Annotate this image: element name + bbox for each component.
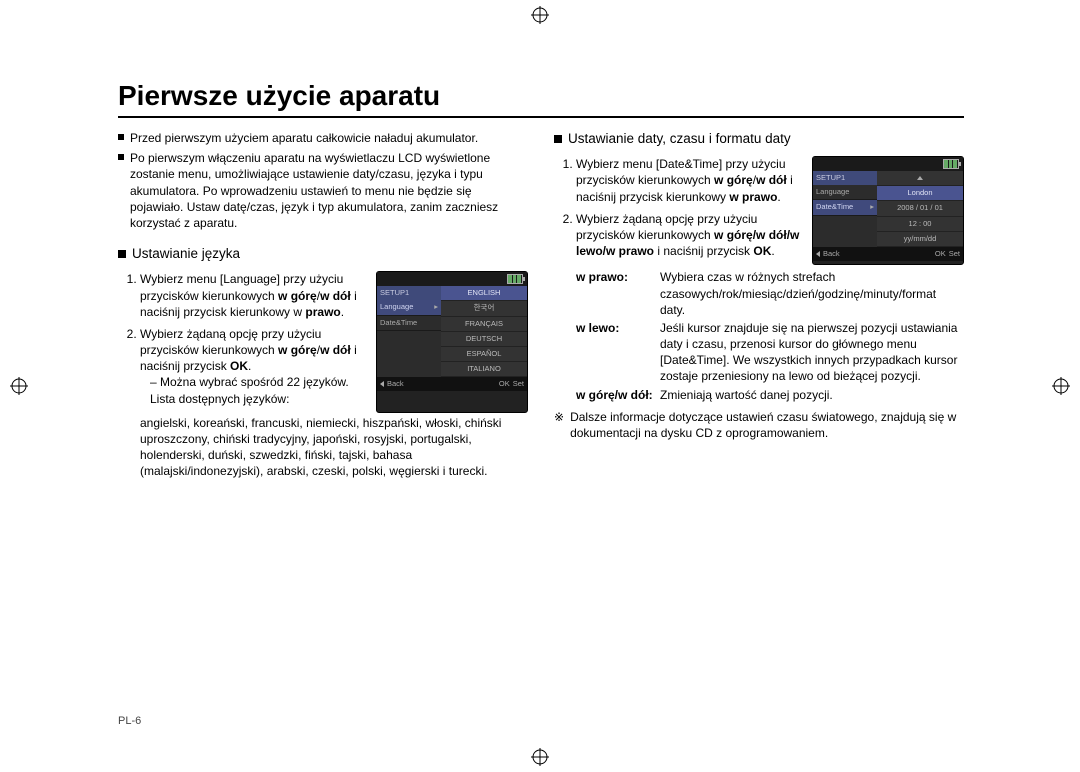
lcd-menu-row: Language▸: [377, 300, 441, 315]
def-row: w górę/w dół: Zmieniają wartość danej po…: [576, 387, 964, 403]
page-number: PL-6: [118, 715, 141, 727]
triangle-up-icon: [917, 176, 923, 180]
def-label: w lewo:: [576, 320, 654, 385]
triangle-left-icon: [380, 381, 384, 387]
language-list-paragraph: angielski, koreański, francuski, niemiec…: [118, 415, 528, 480]
lcd-menu-row: Date&Time▸: [813, 200, 877, 215]
lcd-value-row: 12 : 00: [877, 217, 963, 232]
lcd-menu-row: Date&Time: [377, 316, 441, 331]
bullet-icon: [118, 154, 124, 160]
datetime-steps: Wybierz menu [Date&Time] przy użyciu prz…: [554, 156, 802, 259]
language-sub-dash: – Można wybrać spośród 22 języków. Lista…: [150, 374, 366, 406]
datetime-step-2: Wybierz żądaną opcję przy użyciu przycis…: [576, 211, 802, 260]
intro-bullet: Po pierwszym włączeniu aparatu na wyświe…: [118, 150, 528, 231]
language-step-2: Wybierz żądaną opcję przy użyciu przycis…: [140, 326, 366, 407]
footnote: ※ Dalsze informacje dotyczące ustawień c…: [554, 409, 964, 441]
lcd-list-row: 한국어: [441, 301, 527, 316]
lcd-list-row: ENGLISH: [441, 286, 527, 301]
section-heading-datetime: Ustawianie daty, czasu i formatu daty: [554, 130, 964, 148]
section-bullet-icon: [118, 250, 126, 258]
lcd-list-row: ITALIANO: [441, 362, 527, 377]
lcd-ok-button: OK Set: [935, 249, 960, 259]
intro-text-1: Przed pierwszym użyciem aparatu całkowic…: [130, 130, 478, 146]
registration-mark-top: [531, 6, 549, 24]
intro-bullet: Przed pierwszym użyciem aparatu całkowic…: [118, 130, 528, 146]
lcd-list-row: ESPAÑOL: [441, 347, 527, 362]
left-column: Przed pierwszym użyciem aparatu całkowic…: [118, 130, 528, 480]
registration-mark-left: [10, 377, 28, 395]
def-label: w prawo:: [576, 269, 654, 318]
lcd-list-row: DEUTSCH: [441, 332, 527, 347]
direction-definitions: w prawo: Wybiera czas w różnych strefach…: [554, 269, 964, 403]
section-heading-text: Ustawianie daty, czasu i formatu daty: [568, 130, 791, 148]
lcd-back-button: Back: [816, 249, 840, 259]
language-steps: Wybierz menu [Language] przy użyciu przy…: [118, 271, 366, 407]
def-row: w lewo: Jeśli kursor znajduje się na pie…: [576, 320, 964, 385]
note-mark-icon: ※: [554, 409, 564, 441]
lcd-menu-title: SETUP1: [813, 171, 877, 185]
battery-icon: [943, 159, 959, 169]
lcd-value-row: 2008 / 01 / 01: [877, 201, 963, 216]
lcd-menu-row: Language: [813, 185, 877, 200]
page-content: Pierwsze użycie aparatu Przed pierwszym …: [118, 80, 964, 480]
lcd-value-row: London: [877, 186, 963, 201]
right-column: Ustawianie daty, czasu i formatu daty Wy…: [554, 130, 964, 480]
def-label: w górę/w dół:: [576, 387, 654, 403]
triangle-left-icon: [816, 251, 820, 257]
section-heading-language: Ustawianie języka: [118, 245, 528, 263]
lcd-ok-button: OK Set: [499, 379, 524, 389]
def-row: w prawo: Wybiera czas w różnych strefach…: [576, 269, 964, 318]
lcd-list-row: FRANÇAIS: [441, 317, 527, 332]
registration-mark-bottom: [531, 748, 549, 766]
lcd-value-row: [877, 171, 963, 186]
section-bullet-icon: [554, 135, 562, 143]
intro-text-2: Po pierwszym włączeniu aparatu na wyświe…: [130, 150, 528, 231]
bullet-icon: [118, 134, 124, 140]
language-step-1: Wybierz menu [Language] przy użyciu przy…: [140, 271, 366, 320]
lcd-menu-title: SETUP1: [377, 286, 441, 300]
lcd-value-row: yy/mm/dd: [877, 232, 963, 247]
lcd-back-button: Back: [380, 379, 404, 389]
footnote-text: Dalsze informacje dotyczące ustawień cza…: [570, 409, 964, 441]
chevron-right-icon: ▸: [870, 202, 874, 212]
datetime-step-1: Wybierz menu [Date&Time] przy użyciu prz…: [576, 156, 802, 205]
def-text: Jeśli kursor znajduje się na pierwszej p…: [660, 320, 964, 385]
lcd-preview-datetime: SETUP1 Language Date&Time▸ London 2008 /…: [812, 156, 964, 265]
battery-icon: [507, 274, 523, 284]
def-text: Zmieniają wartość danej pozycji.: [660, 387, 833, 403]
lcd-preview-language: SETUP1 Language▸ Date&Time ENGLISH 한국어 F…: [376, 271, 528, 413]
def-text: Wybiera czas w różnych strefach czasowyc…: [660, 269, 964, 318]
chevron-right-icon: ▸: [434, 302, 438, 312]
page-title: Pierwsze użycie aparatu: [118, 80, 964, 118]
registration-mark-right: [1052, 377, 1070, 395]
section-heading-text: Ustawianie języka: [132, 245, 240, 263]
